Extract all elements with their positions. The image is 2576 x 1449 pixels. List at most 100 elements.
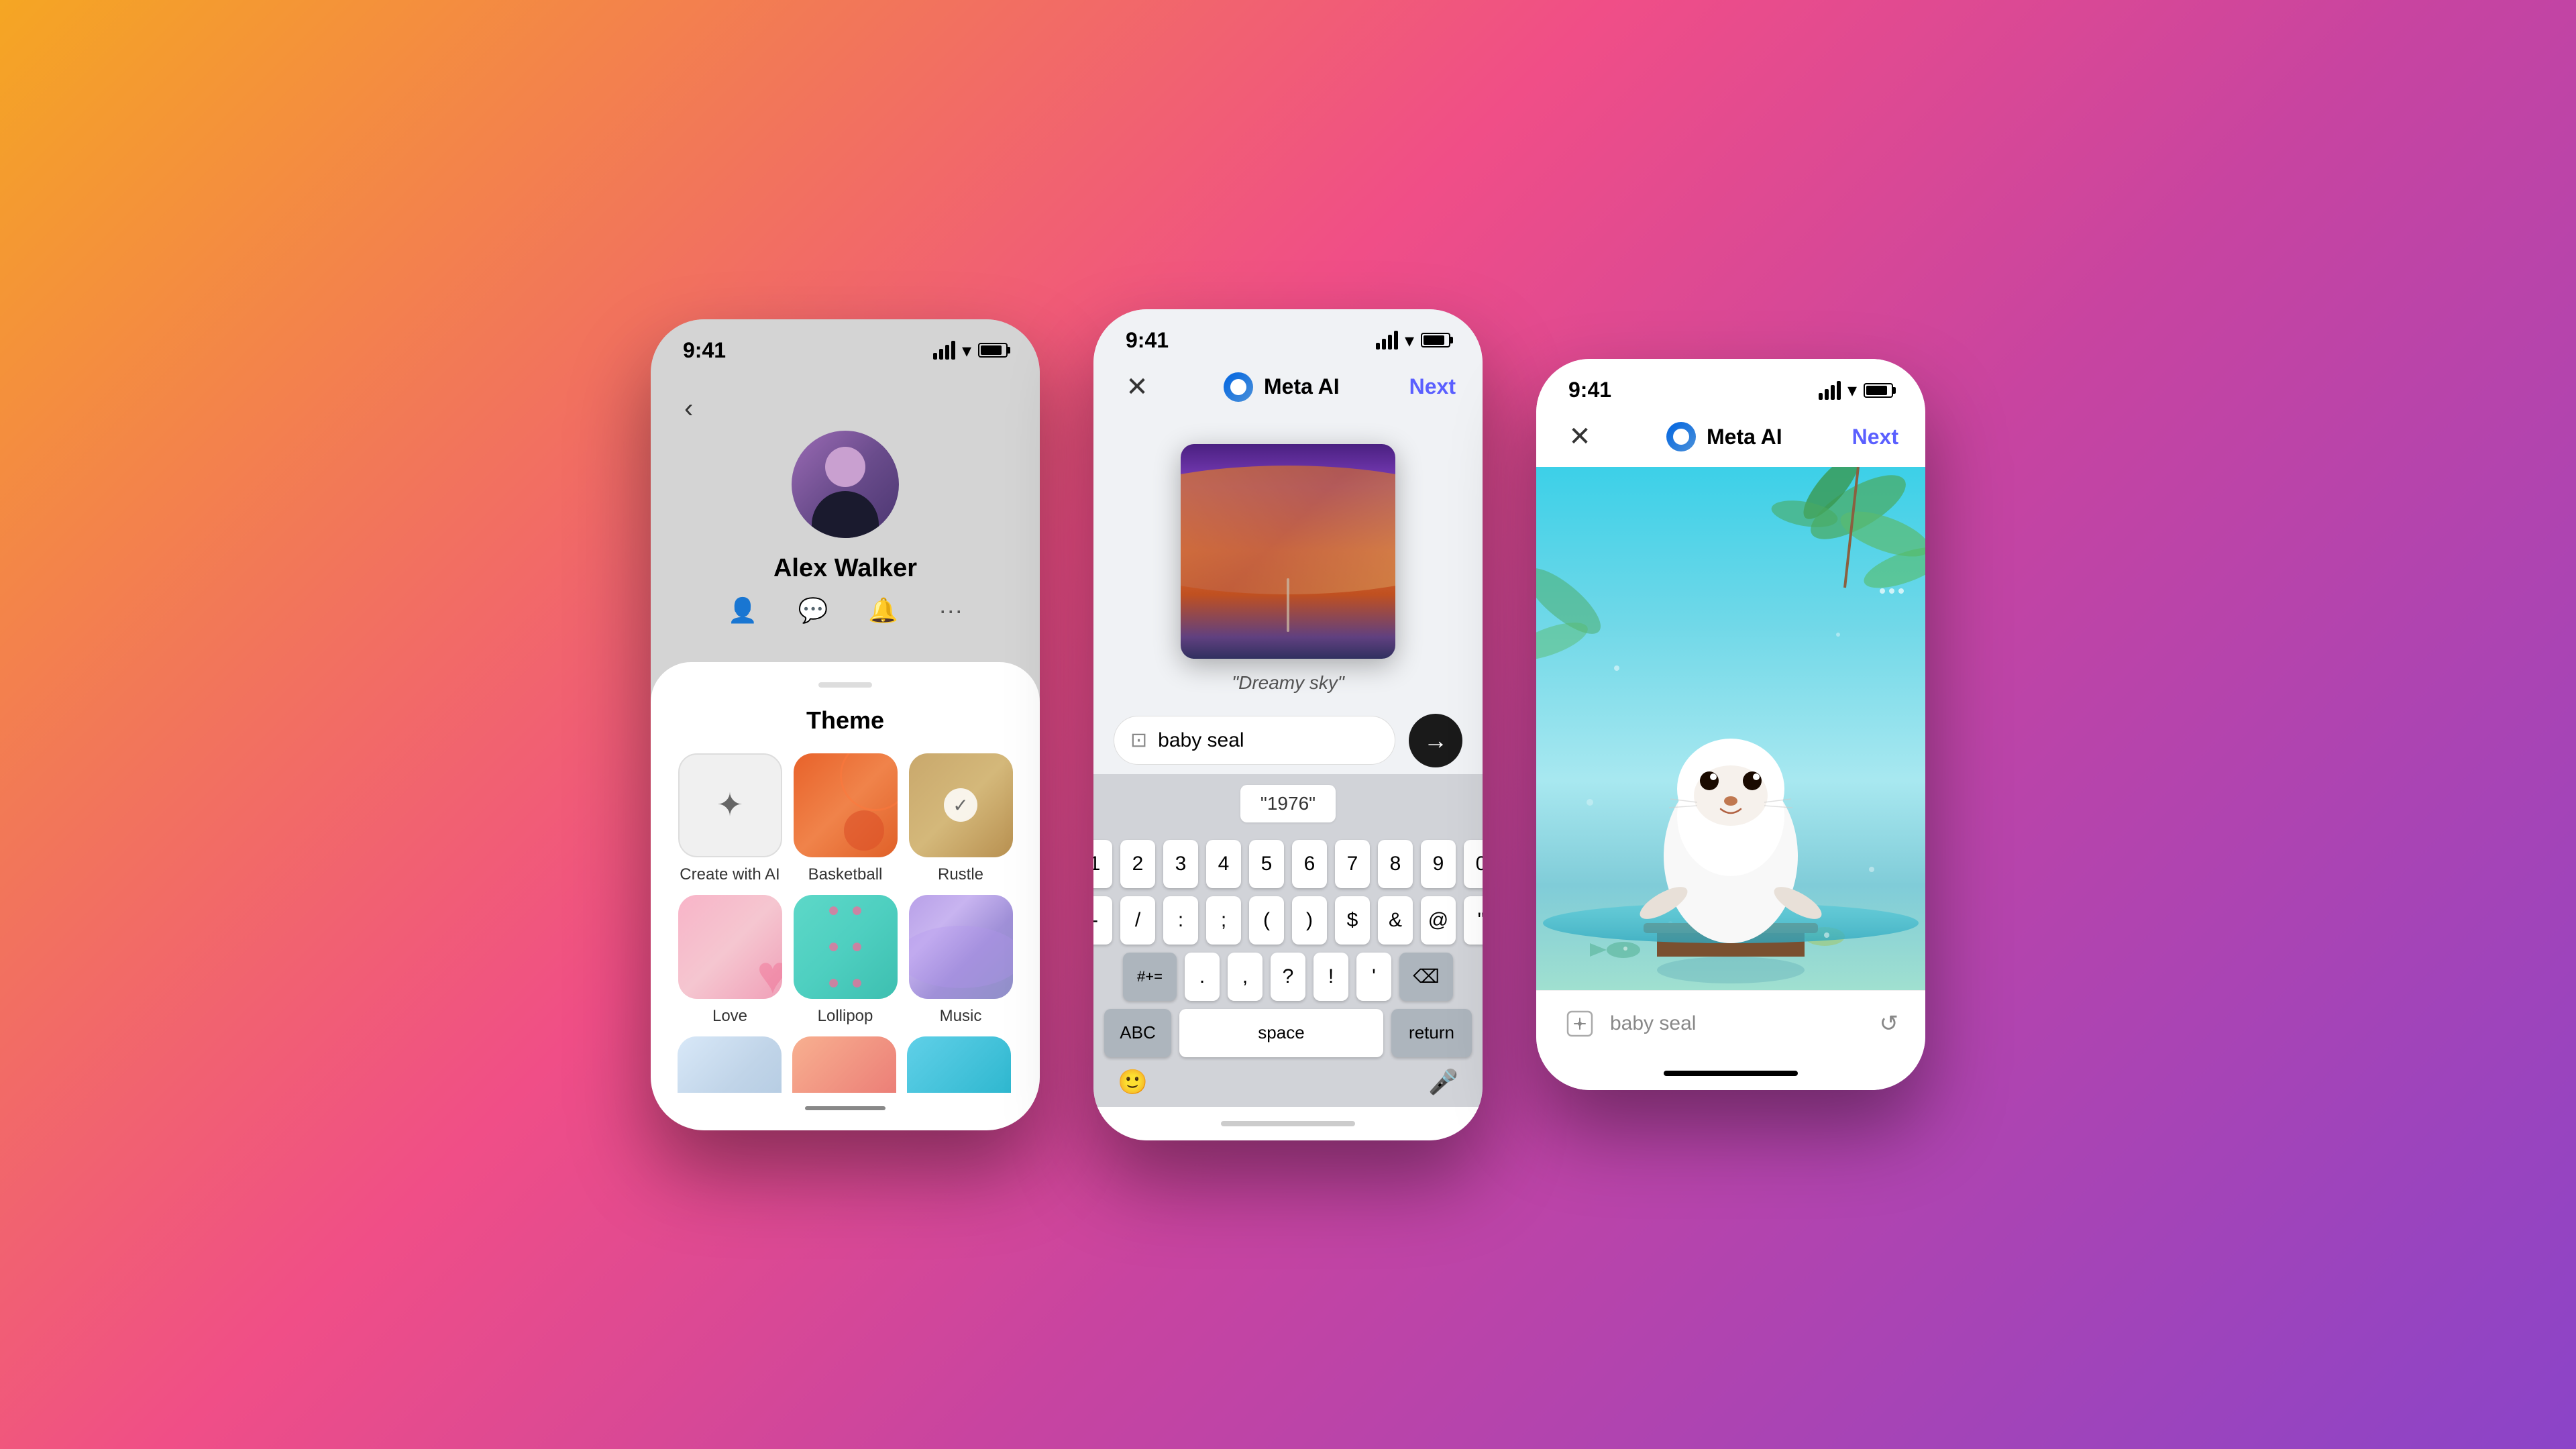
key-lparen[interactable]: ( <box>1249 896 1284 945</box>
theme-label-basketball: Basketball <box>808 865 883 884</box>
status-icons-3: ▾ <box>1819 379 1893 401</box>
theme-grid: ✦ Create with AI Basketball Rustle Love <box>671 753 1020 1026</box>
abc-key[interactable]: ABC <box>1104 1009 1171 1057</box>
theme-thumb-rustle[interactable] <box>909 753 1013 857</box>
refresh-button-3[interactable]: ↺ <box>1880 1010 1899 1037</box>
key-semicolon[interactable]: ; <box>1206 896 1241 945</box>
phone3-bottom: baby seal ↺ <box>1536 990 1925 1057</box>
key-rparen[interactable]: ) <box>1292 896 1327 945</box>
theme-title: Theme <box>671 706 1020 735</box>
battery-icon-2 <box>1421 333 1450 347</box>
suggestion-item[interactable]: "1976" <box>1240 785 1336 822</box>
key-at[interactable]: @ <box>1421 896 1456 945</box>
key-apostrophe[interactable]: ' <box>1356 953 1391 1001</box>
key-exclaim[interactable]: ! <box>1313 953 1348 1001</box>
keyboard-2: 1 2 3 4 5 6 7 8 9 0 - / : ; ( ) $ & @ " … <box>1093 833 1483 1107</box>
wifi-icon-2: ▾ <box>1405 329 1414 352</box>
mic-button[interactable]: 🎤 <box>1428 1068 1458 1096</box>
chat-icon[interactable]: 💬 <box>798 596 828 625</box>
profile-action-icons: 👤 💬 🔔 ··· <box>728 596 963 625</box>
status-time-3: 9:41 <box>1568 378 1611 402</box>
key-amp[interactable]: & <box>1378 896 1413 945</box>
theme-item-music[interactable]: Music <box>908 895 1013 1026</box>
theme-thumb-ai[interactable]: ✦ <box>678 753 782 857</box>
theme-label-ai: Create with AI <box>680 865 780 884</box>
send-button-2[interactable] <box>1409 714 1462 767</box>
back-button[interactable]: ‹ <box>678 387 700 431</box>
ai-sparkle-icon: ✦ <box>716 786 743 824</box>
key-quote[interactable]: " <box>1464 896 1483 945</box>
symbol-row-1: - / : ; ( ) $ & @ " <box>1104 896 1472 945</box>
key-slash[interactable]: / <box>1120 896 1155 945</box>
theme-label-love: Love <box>712 1007 747 1026</box>
key-6[interactable]: 6 <box>1292 840 1327 888</box>
theme-thumb-partial3[interactable] <box>907 1036 1011 1093</box>
key-dollar[interactable]: $ <box>1335 896 1370 945</box>
meta-ai-title-group-3: Meta AI <box>1666 422 1782 451</box>
input-text-2[interactable]: baby seal <box>1158 729 1379 752</box>
close-button-2[interactable]: ✕ <box>1120 370 1154 404</box>
key-colon[interactable]: : <box>1163 896 1198 945</box>
seal-background <box>1536 467 1925 990</box>
theme-thumb-lollipop[interactable] <box>794 895 898 999</box>
text-input-box[interactable]: ⊡ baby seal <box>1114 716 1395 765</box>
theme-thumb-partial1[interactable] <box>678 1036 782 1093</box>
theme-item-lollipop[interactable]: Lollipop <box>793 895 898 1026</box>
theme-item-rustle[interactable]: Rustle <box>908 753 1013 884</box>
meta-ai-header-3: ✕ Meta AI Next <box>1536 413 1925 467</box>
emoji-button[interactable]: 🙂 <box>1118 1068 1148 1096</box>
meta-ai-logo-3 <box>1666 422 1696 451</box>
person-icon[interactable]: 👤 <box>728 596 758 625</box>
key-1[interactable]: 1 <box>1093 840 1112 888</box>
seal-illustration <box>1536 467 1925 990</box>
battery-icon-1 <box>978 343 1008 358</box>
theme-item-basketball[interactable]: Basketball <box>793 753 898 884</box>
bottom-prompt-text: baby seal <box>1610 1012 1866 1035</box>
phone-3: 9:41 ▾ ✕ Meta AI Next <box>1536 359 1925 1090</box>
theme-item-ai[interactable]: ✦ Create with AI <box>678 753 782 884</box>
status-bar-2: 9:41 ▾ <box>1093 309 1483 364</box>
key-8[interactable]: 8 <box>1378 840 1413 888</box>
meta-ai-header-2: ✕ Meta AI Next <box>1093 364 1483 417</box>
key-hashplus[interactable]: #+= <box>1123 953 1177 1001</box>
theme-item-love[interactable]: Love <box>678 895 782 1026</box>
key-0[interactable]: 0 <box>1464 840 1483 888</box>
bell-icon[interactable]: 🔔 <box>868 596 898 625</box>
home-indicator-1 <box>805 1106 885 1110</box>
return-key[interactable]: return <box>1391 1009 1472 1057</box>
next-button-3[interactable]: Next <box>1852 425 1898 449</box>
symbol-row-2: #+= . , ? ! ' ⌫ <box>1104 953 1472 1001</box>
generate-icon-3 <box>1563 1007 1597 1040</box>
key-5[interactable]: 5 <box>1249 840 1284 888</box>
theme-label-rustle: Rustle <box>938 865 983 884</box>
key-2[interactable]: 2 <box>1120 840 1155 888</box>
key-dash[interactable]: - <box>1093 896 1112 945</box>
signal-icon-3 <box>1819 381 1841 400</box>
key-question[interactable]: ? <box>1271 953 1305 1001</box>
home-indicator-2 <box>1093 1107 1483 1140</box>
meta-ai-name-3: Meta AI <box>1707 425 1782 449</box>
space-key[interactable]: space <box>1179 1009 1383 1057</box>
key-7[interactable]: 7 <box>1335 840 1370 888</box>
theme-thumb-partial2[interactable] <box>792 1036 896 1093</box>
next-button-2[interactable]: Next <box>1409 374 1456 399</box>
image-caption: "Dreamy sky" <box>1232 672 1344 694</box>
close-button-3[interactable]: ✕ <box>1563 420 1597 453</box>
key-3[interactable]: 3 <box>1163 840 1198 888</box>
delete-key[interactable]: ⌫ <box>1399 953 1453 1001</box>
theme-label-lollipop: Lollipop <box>818 1007 873 1026</box>
key-9[interactable]: 9 <box>1421 840 1456 888</box>
key-4[interactable]: 4 <box>1206 840 1241 888</box>
theme-thumb-music[interactable] <box>909 895 1013 999</box>
avatar <box>792 431 899 538</box>
bottom-row: ABC space return <box>1104 1009 1472 1057</box>
theme-thumb-love[interactable] <box>678 895 782 999</box>
battery-icon-3 <box>1864 383 1893 398</box>
key-period[interactable]: . <box>1185 953 1220 1001</box>
more-icon[interactable]: ··· <box>938 596 963 625</box>
theme-thumb-basketball[interactable] <box>794 753 898 857</box>
key-comma[interactable]: , <box>1228 953 1263 1001</box>
wifi-icon-1: ▾ <box>962 339 971 362</box>
generate-icon-2: ⊡ <box>1130 729 1147 752</box>
meta-ai-logo-2 <box>1224 372 1253 402</box>
